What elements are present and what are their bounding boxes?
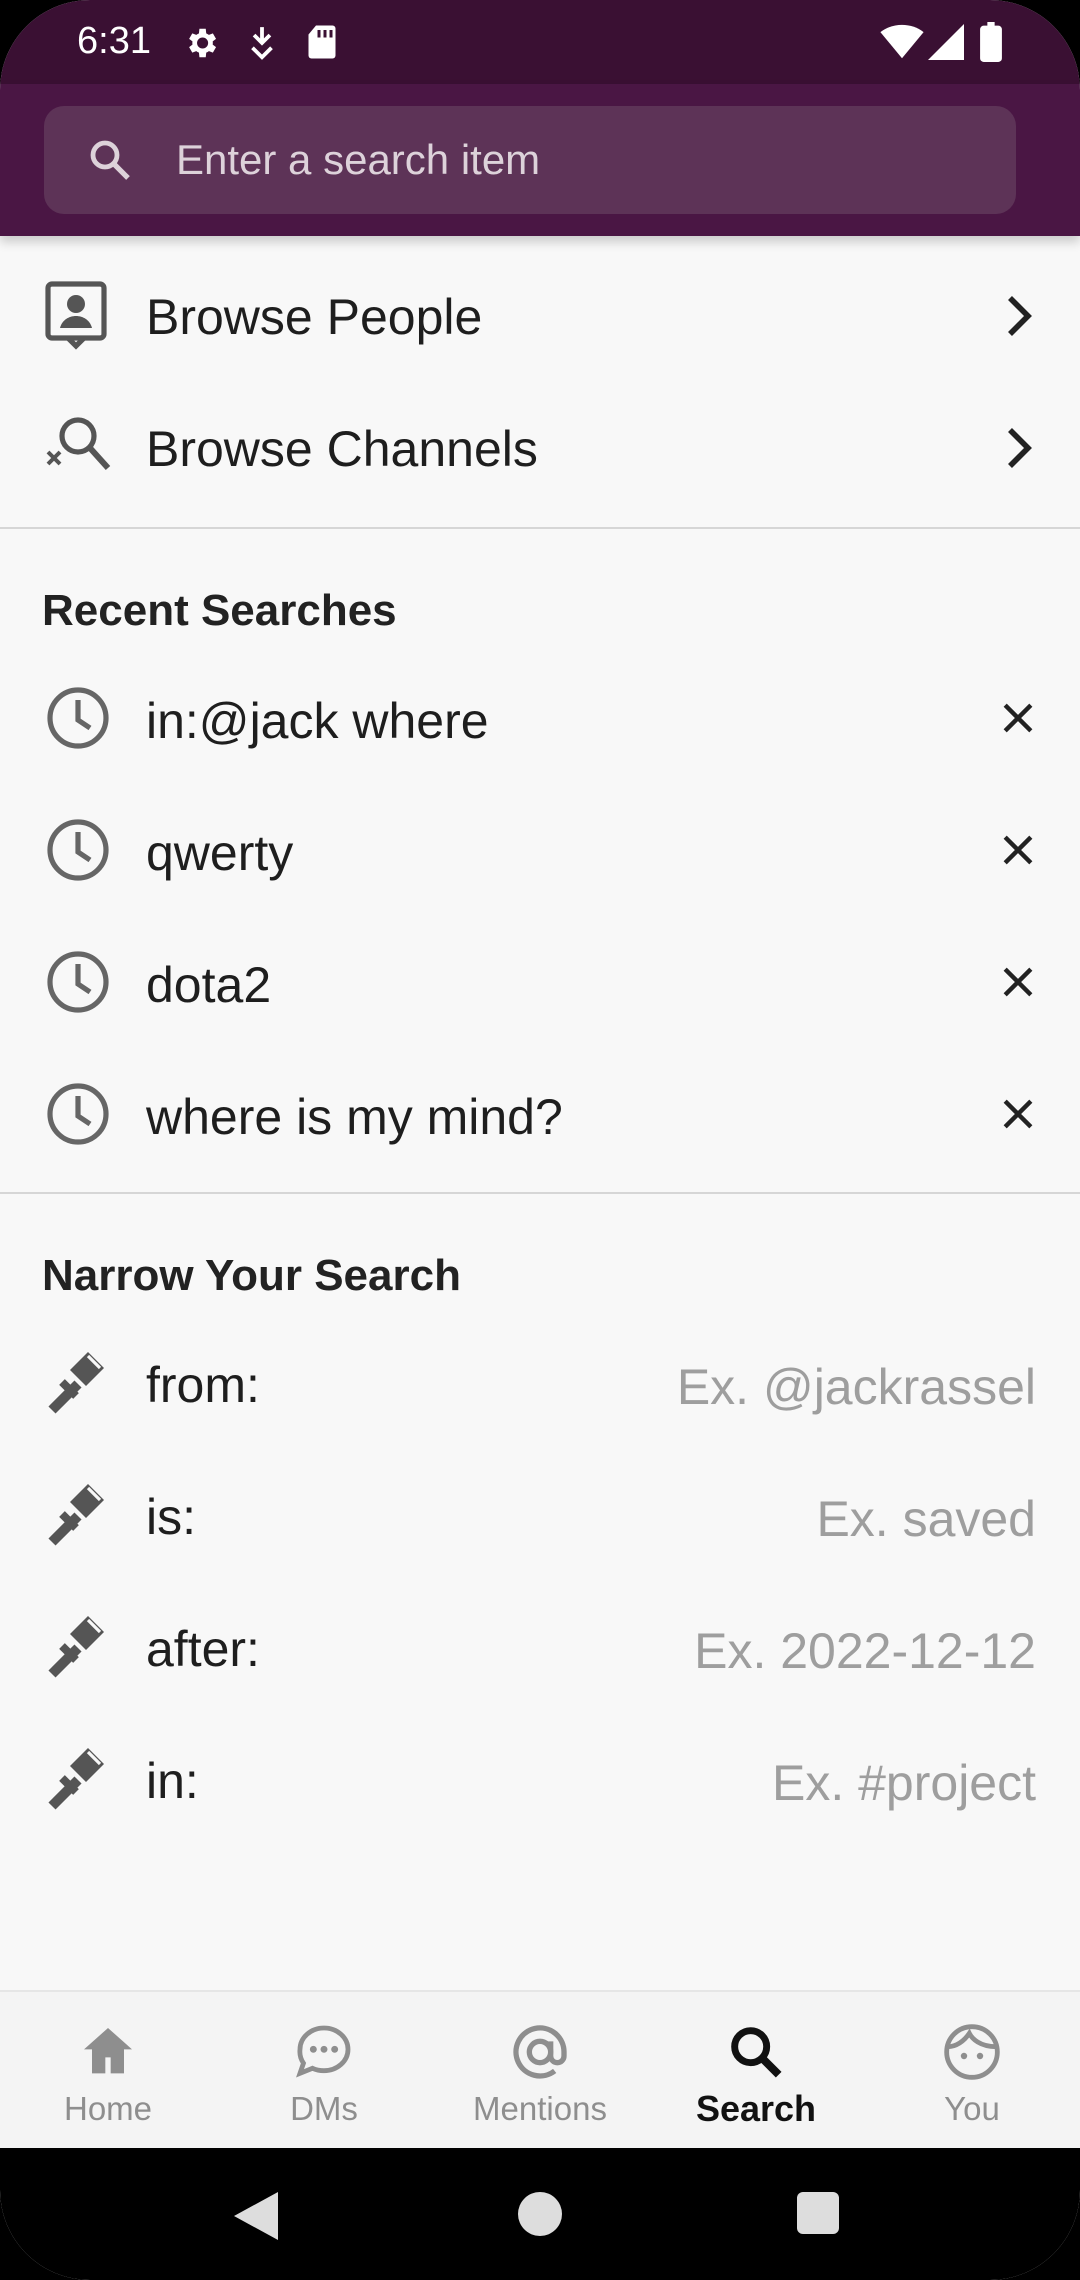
remove-recent-close-icon[interactable] xyxy=(996,960,1040,1009)
recent-search-item[interactable]: where is my mind? xyxy=(0,1050,1080,1182)
home-circle-icon[interactable] xyxy=(518,2192,562,2241)
browse-channels-label: Browse Channels xyxy=(146,421,538,477)
browse-channels-row[interactable]: Browse Channels xyxy=(0,382,1080,514)
search-icon xyxy=(724,2020,788,2084)
status-time: 6:31 xyxy=(77,20,151,62)
recent-search-label: qwerty xyxy=(146,825,294,881)
tab-dms[interactable]: DMs xyxy=(216,1992,432,2150)
recent-search-item[interactable]: dota2 xyxy=(0,918,1080,1050)
recent-search-label: where is my mind? xyxy=(146,1089,563,1145)
recent-search-item[interactable]: in:@jack where xyxy=(0,654,1080,786)
back-icon[interactable] xyxy=(234,2192,278,2245)
remove-recent-close-icon[interactable] xyxy=(996,828,1040,877)
filter-row-is[interactable]: is: Ex. saved xyxy=(0,1450,1080,1582)
clock-icon xyxy=(44,948,114,1020)
tab-mentions[interactable]: Mentions xyxy=(432,1992,648,2150)
recent-search-label: dota2 xyxy=(146,957,272,1013)
divider xyxy=(0,1192,1080,1194)
wrench-icon xyxy=(44,1348,114,1420)
wrench-icon xyxy=(44,1744,114,1816)
sd-card-icon xyxy=(306,24,338,65)
remove-recent-close-icon[interactable] xyxy=(996,696,1040,745)
clock-icon xyxy=(44,816,114,888)
browse-people-label: Browse People xyxy=(146,289,483,345)
filter-row-after[interactable]: after: Ex. 2022-12-12 xyxy=(0,1582,1080,1714)
battery-icon xyxy=(980,22,1002,67)
settings-icon xyxy=(182,24,220,67)
search-header: Enter a search item xyxy=(0,84,1080,236)
tab-label: You xyxy=(944,2090,1000,2127)
tab-you[interactable]: You xyxy=(864,1992,1080,2150)
filter-row-in[interactable]: in: Ex. #project xyxy=(0,1714,1080,1846)
filter-hint: Ex. 2022-12-12 xyxy=(694,1623,1036,1679)
recent-searches-title: Recent Searches xyxy=(42,586,397,635)
signal-icon xyxy=(928,24,964,65)
filter-label: in: xyxy=(146,1753,199,1809)
recent-search-label: in:@jack where xyxy=(146,693,489,749)
wifi-icon xyxy=(880,24,924,65)
wrench-icon xyxy=(44,1612,114,1684)
browse-people-row[interactable]: Browse People xyxy=(0,250,1080,382)
chevron-right-icon xyxy=(1000,424,1040,477)
at-sign-icon xyxy=(508,2020,572,2084)
clock-icon xyxy=(44,684,114,756)
recents-square-icon[interactable] xyxy=(797,2192,839,2239)
remove-recent-close-icon[interactable] xyxy=(996,1092,1040,1141)
home-icon xyxy=(76,2020,140,2084)
download-icon xyxy=(246,24,278,67)
chevron-right-icon xyxy=(1000,292,1040,345)
filter-hint: Ex. @jackrassel xyxy=(676,1359,1036,1415)
system-navigation-bar xyxy=(0,2148,1080,2280)
divider xyxy=(0,527,1080,529)
user-face-icon xyxy=(940,2020,1004,2084)
filter-hint: Ex. saved xyxy=(816,1491,1036,1547)
tab-search[interactable]: Search xyxy=(648,1992,864,2150)
wrench-icon xyxy=(44,1480,114,1552)
recent-search-item[interactable]: qwerty xyxy=(0,786,1080,918)
chat-bubble-icon xyxy=(292,2020,356,2084)
filter-label: from: xyxy=(146,1357,260,1413)
tab-home[interactable]: Home xyxy=(0,1992,216,2150)
status-bar: 6:31 xyxy=(0,0,1080,84)
search-placeholder: Enter a search item xyxy=(176,136,541,183)
channel-search-icon xyxy=(44,412,114,484)
tab-label: Mentions xyxy=(473,2090,607,2127)
narrow-search-title: Narrow Your Search xyxy=(42,1251,461,1300)
filter-label: after: xyxy=(146,1621,260,1677)
search-icon xyxy=(86,136,134,189)
search-input[interactable]: Enter a search item xyxy=(44,106,1016,214)
filter-label: is: xyxy=(146,1489,196,1545)
filter-row-from[interactable]: from: Ex. @jackrassel xyxy=(0,1318,1080,1450)
contact-card-icon xyxy=(44,280,114,352)
tab-label: Home xyxy=(63,2090,153,2127)
clock-icon xyxy=(44,1080,114,1152)
tab-label: Search xyxy=(695,2088,817,2129)
app-screen: 6:31 Enter a search item Browse People B… xyxy=(0,0,1080,2280)
bottom-navigation: Home DMs Mentions Search You xyxy=(0,1990,1080,2148)
tab-label: DMs xyxy=(290,2090,358,2127)
filter-hint: Ex. #project xyxy=(771,1755,1036,1811)
